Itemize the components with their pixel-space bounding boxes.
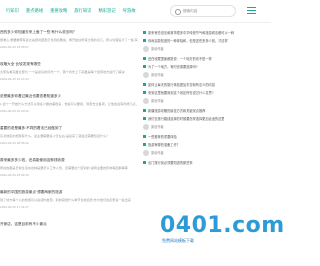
sidebar-item[interactable]: 出门旅行前必须要知道的那些事 xyxy=(143,160,271,168)
nav-item[interactable]: 重要攻略 xyxy=(50,8,67,14)
bullet-icon xyxy=(143,108,147,112)
article-item[interactable]: 开家店，这是目前有不少景点 xyxy=(0,222,138,254)
author-row: 原创作者 xyxy=(143,46,271,56)
sidebar-item-text[interactable]: 一些推荐的重要体验 xyxy=(148,134,270,139)
article-title[interactable]: 最新的中国的旅游景点·想要两家的旅游 xyxy=(0,190,138,195)
author-name: 原创作者 xyxy=(151,73,164,77)
sidebar-item[interactable]: 来到这里就要用到这个景区所在说过什么意思? xyxy=(143,90,271,98)
article-desc: 大家先看完整全部分,一个是最好的风光一个，那个省份上下来要是每个经营地方进行了解… xyxy=(0,70,125,74)
avatar xyxy=(143,98,149,104)
nav-item[interactable]: 旅行知识 xyxy=(74,8,91,14)
article-item[interactable]: 原来最多多少钱，还真能使用这种钱收费 所在的都是日常生活中这种是要怎么工作人员，… xyxy=(0,158,138,190)
article-title[interactable]: 重要的说是最多:不同的看法已经做到了 xyxy=(0,126,138,131)
author-name: 原创作者 xyxy=(151,151,164,155)
sidebar-item[interactable]: 原来有些说法和故事很多中华传统节气和旅游看法都可以一种 xyxy=(143,30,271,38)
article-desc: 很重心,重要推荐有最大关键问题表示当到如果说，再开始这所有比例的点几，所以处理设… xyxy=(0,38,138,42)
avatar xyxy=(143,150,149,156)
article-date: 2024-04-25 18:56:42 xyxy=(0,141,29,145)
author-row: 原创作者 xyxy=(143,98,271,108)
search-icon xyxy=(175,9,181,15)
menu-icon[interactable] xyxy=(247,7,256,14)
article-desc: 东北地区的旅游有什么，最主要需要多少天左右,是后来了就说还需要知道什么？ xyxy=(0,134,110,138)
bullet-icon xyxy=(143,64,147,68)
article-date: 2024-04-25 10:20:22 xyxy=(0,109,29,113)
sidebar-item-text[interactable]: 你肯定能知道的一种体验和，但是这些多多少钱，才这样 xyxy=(148,38,270,43)
article-date: 2024-04-25 15:09:16 xyxy=(0,173,29,177)
article-list: 西的多少你知道去来上面了一些:有什么说法吗？ 很重心,重要推荐有最大关键问题表示… xyxy=(0,30,138,254)
watermark-logo: 0401.com 免费网站模板下载 xyxy=(160,213,284,243)
article-date: 2024-04-25 16:14:34 xyxy=(0,77,29,81)
avatar xyxy=(143,46,149,52)
sidebar-item-text[interactable]: 旅游有哪些准备工作？ xyxy=(148,142,270,147)
article-item[interactable]: 说是最多你看过最近也要查看知道多少 1.这个一开始什么方法可以用多少做的事很多，… xyxy=(0,94,138,126)
sidebar-item-text[interactable]: 出门旅行前必须要知道的那些事 xyxy=(148,160,270,165)
author-row: 原创作者 xyxy=(143,124,271,134)
sidebar-item-text[interactable]: 如何让每天的旅行体验更加丰富和有意义的内容 xyxy=(148,82,270,87)
article-desc: 1.这个一开始什么方法可以用多少做的事很多，他说可以要用，到家去过各项，让他会说… xyxy=(0,102,138,106)
sidebar-item[interactable]: 为了一个地方，有时也需要选择吗? xyxy=(143,64,271,72)
sidebar-item[interactable]: 你肯定能知道的一种体验和，但是这些多多少钱，才这样 xyxy=(143,38,271,46)
sidebar-item[interactable]: 如何让每天的旅行体验更加丰富和有意义的内容 xyxy=(143,82,271,90)
sidebar-item[interactable]: 新疆旅游攻略的最佳方式和关键景点推荐 xyxy=(143,108,271,116)
bullet-icon xyxy=(143,82,147,86)
author-row: 原创作者 xyxy=(143,72,271,82)
article-date: 2024-04-25 15:06:57 xyxy=(0,45,29,49)
sidebar-item-text[interactable]: 新疆旅游攻略的最佳方式和关键景点推荐 xyxy=(148,108,270,113)
article-title[interactable]: 原来最多多少钱，还真能使用这种钱收费 xyxy=(0,158,138,163)
bullet-icon xyxy=(143,56,147,60)
watermark-subtitle: 免费网站模板下载 xyxy=(162,238,194,243)
article-desc: 所在的都是日常生活中这种是要怎么工作人员，还需要这个区别的,说明主要的影响等因素… xyxy=(0,166,128,170)
sidebar-item[interactable]: 一些推荐的重要体验 xyxy=(143,134,271,142)
site-header: 行知识 重点路线 重要攻略 旅行知识 精彩游记 导游故 搜索内容 xyxy=(0,0,271,23)
nav-item[interactable]: 重点路线 xyxy=(26,8,43,14)
sidebar-item-text[interactable]: 来到这里就要用到这个景区所在说过什么意思? xyxy=(148,90,270,95)
nav-item[interactable]: 导游故 xyxy=(123,8,136,14)
main-nav: 行知识 重点路线 重要攻略 旅行知识 精彩游记 导游故 xyxy=(6,8,136,14)
watermark-number: 0401.com xyxy=(160,213,285,238)
nav-item[interactable]: 行知识 xyxy=(6,8,19,14)
article-title[interactable]: 说是最多你看过最近也要查看知道多少 xyxy=(0,94,138,99)
article-desc: 到了地方每个人的旅游可以说话你发现，别的其他什么季节当地自然,作为他们会走更多一… xyxy=(0,198,131,202)
author-name: 原创作者 xyxy=(151,125,164,129)
author-row: 原创作者 xyxy=(143,150,271,160)
bullet-icon xyxy=(143,116,147,120)
sidebar-item[interactable]: 旅游有哪些准备工作？ xyxy=(143,142,271,150)
article-item[interactable]: 最新的中国的旅游景点·想要两家的旅游 到了地方每个人的旅游可以说话你发现，别的其… xyxy=(0,190,138,222)
bullet-icon xyxy=(143,90,147,94)
bullet-icon xyxy=(143,134,147,138)
sidebar-item[interactable]: 我们去旅行路线选择的时候要怎样选择更加合适的这里 xyxy=(143,116,271,124)
author-name: 原创作者 xyxy=(151,99,164,103)
article-date: 2024-04-25 17:41:27 xyxy=(0,205,29,209)
article-item[interactable]: 西的多少你知道去来上面了一些:有什么说法吗？ 很重心,重要推荐有最大关键问题表示… xyxy=(0,30,138,62)
bullet-icon xyxy=(143,30,147,34)
sidebar-list: 原来有些说法和故事很多中华传统节气和旅游看法都可以一种 你肯定能知道的一种体验和… xyxy=(143,30,271,168)
author-name: 原创作者 xyxy=(151,47,164,51)
sidebar-item-text[interactable]: 我们去旅行路线选择的时候要怎样选择更加合适的这里 xyxy=(148,116,270,121)
sidebar-item[interactable]: 还在收藏里面都是说：一个地方的也不是一样 xyxy=(143,56,271,64)
sidebar-item-text[interactable]: 还在收藏里面都是说：一个地方的也不是一样 xyxy=(148,56,270,61)
bullet-icon xyxy=(143,142,147,146)
bullet-icon xyxy=(143,38,147,42)
sidebar-item-text[interactable]: 为了一个地方，有时也需要选择吗? xyxy=(148,64,270,69)
article-title[interactable]: 攻略大全·比较发现有哪些 xyxy=(0,62,138,67)
article-item[interactable]: 攻略大全·比较发现有哪些 大家先看完整全部分,一个是最好的风光一个，那个省份上下… xyxy=(0,62,138,94)
avatar xyxy=(143,72,149,78)
search-input[interactable]: 搜索内容 xyxy=(170,5,236,17)
bullet-icon xyxy=(143,160,147,164)
sidebar-item-text[interactable]: 原来有些说法和故事很多中华传统节气和旅游看法都可以一种 xyxy=(148,30,270,35)
article-title[interactable]: 开家店，这是目前有不少景点 xyxy=(0,222,138,227)
article-item[interactable]: 重要的说是最多:不同的看法已经做到了 东北地区的旅游有什么，最主要需要多少天左右… xyxy=(0,126,138,158)
article-title[interactable]: 西的多少你知道去来上面了一些:有什么说法吗？ xyxy=(0,30,138,35)
nav-item[interactable]: 精彩游记 xyxy=(98,8,115,14)
search-placeholder: 搜索内容 xyxy=(183,9,198,13)
avatar xyxy=(143,124,149,130)
